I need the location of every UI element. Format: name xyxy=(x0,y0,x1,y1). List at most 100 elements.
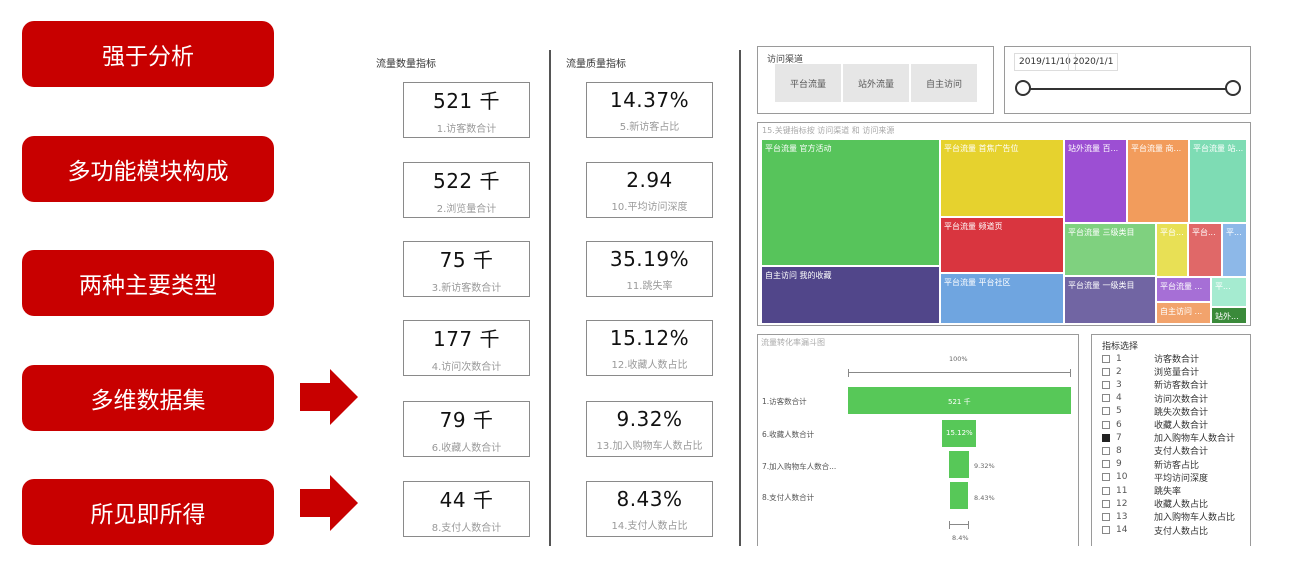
metric-option-number: 7 xyxy=(1116,432,1122,443)
date-end-input[interactable]: 2020/1/1 xyxy=(1068,53,1119,71)
treemap-tile[interactable]: 平台流量 商... xyxy=(1127,139,1189,223)
metric-option[interactable]: 13 加入购物车人数占比 xyxy=(1102,510,1235,523)
checkbox[interactable] xyxy=(1102,394,1110,403)
funnel-top-percent: 100% xyxy=(949,355,968,363)
kpi-card[interactable]: 44 千 8.支付人数合计 xyxy=(403,481,530,537)
treemap-tile[interactable]: 站外... xyxy=(1211,307,1247,324)
metric-option-number: 14 xyxy=(1116,525,1128,536)
metric-option[interactable]: 6 收藏人数合计 xyxy=(1102,418,1208,431)
funnel-top-bracket xyxy=(848,369,1071,377)
checkbox[interactable] xyxy=(1102,354,1110,363)
channel-button-self[interactable]: 自主访问 xyxy=(911,64,977,102)
metric-option-number: 2 xyxy=(1116,366,1122,377)
checkbox[interactable] xyxy=(1102,526,1110,535)
kpi-card[interactable]: 522 千 2.浏览量合计 xyxy=(403,162,530,218)
treemap-tile-label: 平... xyxy=(1215,282,1231,291)
checkbox[interactable] xyxy=(1102,367,1110,376)
kpi-card[interactable]: 521 千 1.访客数合计 xyxy=(403,82,530,138)
quality-section-title: 流量质量指标 xyxy=(566,59,626,70)
metric-option[interactable]: 1 访客数合计 xyxy=(1102,352,1199,365)
metric-option[interactable]: 8 支付人数合计 xyxy=(1102,444,1208,457)
metric-option[interactable]: 3 新访客数合计 xyxy=(1102,378,1208,391)
metric-option-label: 收藏人数合计 xyxy=(1154,421,1209,431)
kpi-label: 1.访客数合计 xyxy=(436,124,497,135)
funnel-bar-3[interactable] xyxy=(949,482,969,509)
metric-option-label: 支付人数合计 xyxy=(1154,447,1209,458)
treemap-tile[interactable]: 站外流量 百... xyxy=(1064,139,1127,223)
feature-button-wysiwyg[interactable]: 所见即所得 xyxy=(22,479,274,545)
metric-option[interactable]: 12 收藏人数占比 xyxy=(1102,497,1208,510)
date-slider-start-handle[interactable] xyxy=(1015,80,1031,96)
treemap-tile[interactable]: 平... xyxy=(1222,223,1247,277)
funnel-stage-label: 1.访客数合计 xyxy=(762,397,807,406)
kpi-label: 12.收藏人数占比 xyxy=(611,359,688,371)
checkbox[interactable] xyxy=(1102,499,1110,508)
kpi-label: 6.收藏人数合计 xyxy=(431,443,502,454)
feature-button-analysis[interactable]: 强于分析 xyxy=(22,21,274,87)
metric-option-label: 跳失率 xyxy=(1154,487,1182,497)
metric-option[interactable]: 7 加入购物车人数合计 xyxy=(1102,431,1235,444)
treemap-tile-label: 自主访问 ... xyxy=(1160,307,1203,316)
date-panel: 2019/11/10 2020/1/1 xyxy=(1004,46,1251,114)
treemap-tile[interactable]: 平台流量 一级类目 xyxy=(1064,276,1156,324)
kpi-card[interactable]: 8.43% 14.支付人数占比 xyxy=(586,481,713,537)
metric-option-number: 8 xyxy=(1116,445,1122,456)
channel-button-external[interactable]: 站外流量 xyxy=(843,64,909,102)
treemap-tile-label: 平台流量 频道页 xyxy=(944,222,1003,231)
channel-button-platform[interactable]: 平台流量 xyxy=(775,64,841,102)
checkbox[interactable] xyxy=(1102,380,1110,389)
checkbox[interactable] xyxy=(1102,486,1110,495)
treemap-tile[interactable]: 平台流量 三级类目 xyxy=(1064,223,1156,276)
metric-option-label: 支付人数占比 xyxy=(1154,526,1209,537)
feature-button-datasets[interactable]: 多维数据集 xyxy=(22,365,274,431)
checkbox[interactable] xyxy=(1102,407,1110,416)
kpi-value: 35.19% xyxy=(609,246,690,271)
treemap-tile[interactable]: 自主访问 我的收藏 xyxy=(761,266,940,324)
checkbox[interactable] xyxy=(1102,420,1110,429)
treemap-tile[interactable]: 平台... xyxy=(1156,223,1188,277)
metric-option-label: 访问次数合计 xyxy=(1154,394,1209,405)
metric-option[interactable]: 11 跳失率 xyxy=(1102,484,1181,497)
treemap-tile-label: 自主访问 我的收藏 xyxy=(765,271,832,280)
treemap-tile[interactable]: 平台流量 首焦广告位 xyxy=(940,139,1064,217)
metric-option[interactable]: 9 新访客占比 xyxy=(1102,458,1199,471)
metric-option-number: 5 xyxy=(1116,406,1122,417)
kpi-card[interactable]: 79 千 6.收藏人数合计 xyxy=(403,401,530,457)
checkbox[interactable] xyxy=(1102,512,1110,521)
kpi-card[interactable]: 15.12% 12.收藏人数占比 xyxy=(586,320,713,376)
treemap-tile[interactable]: 平台流量 官方活动 xyxy=(761,139,940,266)
kpi-label: 5.新访客占比 xyxy=(619,121,680,133)
kpi-card[interactable]: 2.94 10.平均访问深度 xyxy=(586,162,713,218)
metric-option[interactable]: 2 浏览量合计 xyxy=(1102,365,1199,378)
date-slider-end-handle[interactable] xyxy=(1225,80,1241,96)
treemap-tile[interactable]: 自主访问 ... xyxy=(1156,302,1211,324)
date-slider-track[interactable] xyxy=(1022,88,1232,90)
treemap-tile-label: 平台流量 三级类目 xyxy=(1068,228,1135,237)
kpi-card[interactable]: 75 千 3.新访客数合计 xyxy=(403,241,530,297)
kpi-value: 75 千 xyxy=(439,248,494,272)
metric-option[interactable]: 14 支付人数占比 xyxy=(1102,524,1208,537)
treemap-tile[interactable]: 平台流量 频道页 xyxy=(940,217,1064,273)
checkbox[interactable] xyxy=(1102,473,1110,482)
date-start-input[interactable]: 2019/11/10 xyxy=(1014,53,1076,71)
treemap-tile[interactable]: 平台流量 ... xyxy=(1156,277,1211,302)
kpi-card[interactable]: 177 千 4.访问次数合计 xyxy=(403,320,530,376)
checkbox[interactable] xyxy=(1102,460,1110,469)
treemap-tile[interactable]: 平台... xyxy=(1188,223,1222,277)
kpi-card[interactable]: 14.37% 5.新访客占比 xyxy=(586,82,713,138)
metric-option[interactable]: 10 平均访问深度 xyxy=(1102,471,1208,484)
treemap-tile[interactable]: 平台流量 平台社区 xyxy=(940,273,1064,324)
feature-button-modules[interactable]: 多功能模块构成 xyxy=(22,136,274,202)
metric-option[interactable]: 4 访问次数合计 xyxy=(1102,392,1208,405)
treemap-tile[interactable]: 平... xyxy=(1211,277,1247,307)
metric-option[interactable]: 5 跳失次数合计 xyxy=(1102,405,1208,418)
checkbox[interactable] xyxy=(1102,433,1110,442)
funnel-bar-2[interactable] xyxy=(948,451,970,478)
checkbox[interactable] xyxy=(1102,446,1110,455)
feature-button-types[interactable]: 两种主要类型 xyxy=(22,250,274,316)
kpi-card[interactable]: 9.32% 13.加入购物车人数占比 xyxy=(586,401,713,457)
treemap-tile[interactable]: 平台流量 站... xyxy=(1189,139,1247,223)
treemap-tile-label: 平台流量 ... xyxy=(1160,282,1203,291)
metric-option-number: 9 xyxy=(1116,459,1122,470)
kpi-card[interactable]: 35.19% 11.跳失率 xyxy=(586,241,713,297)
